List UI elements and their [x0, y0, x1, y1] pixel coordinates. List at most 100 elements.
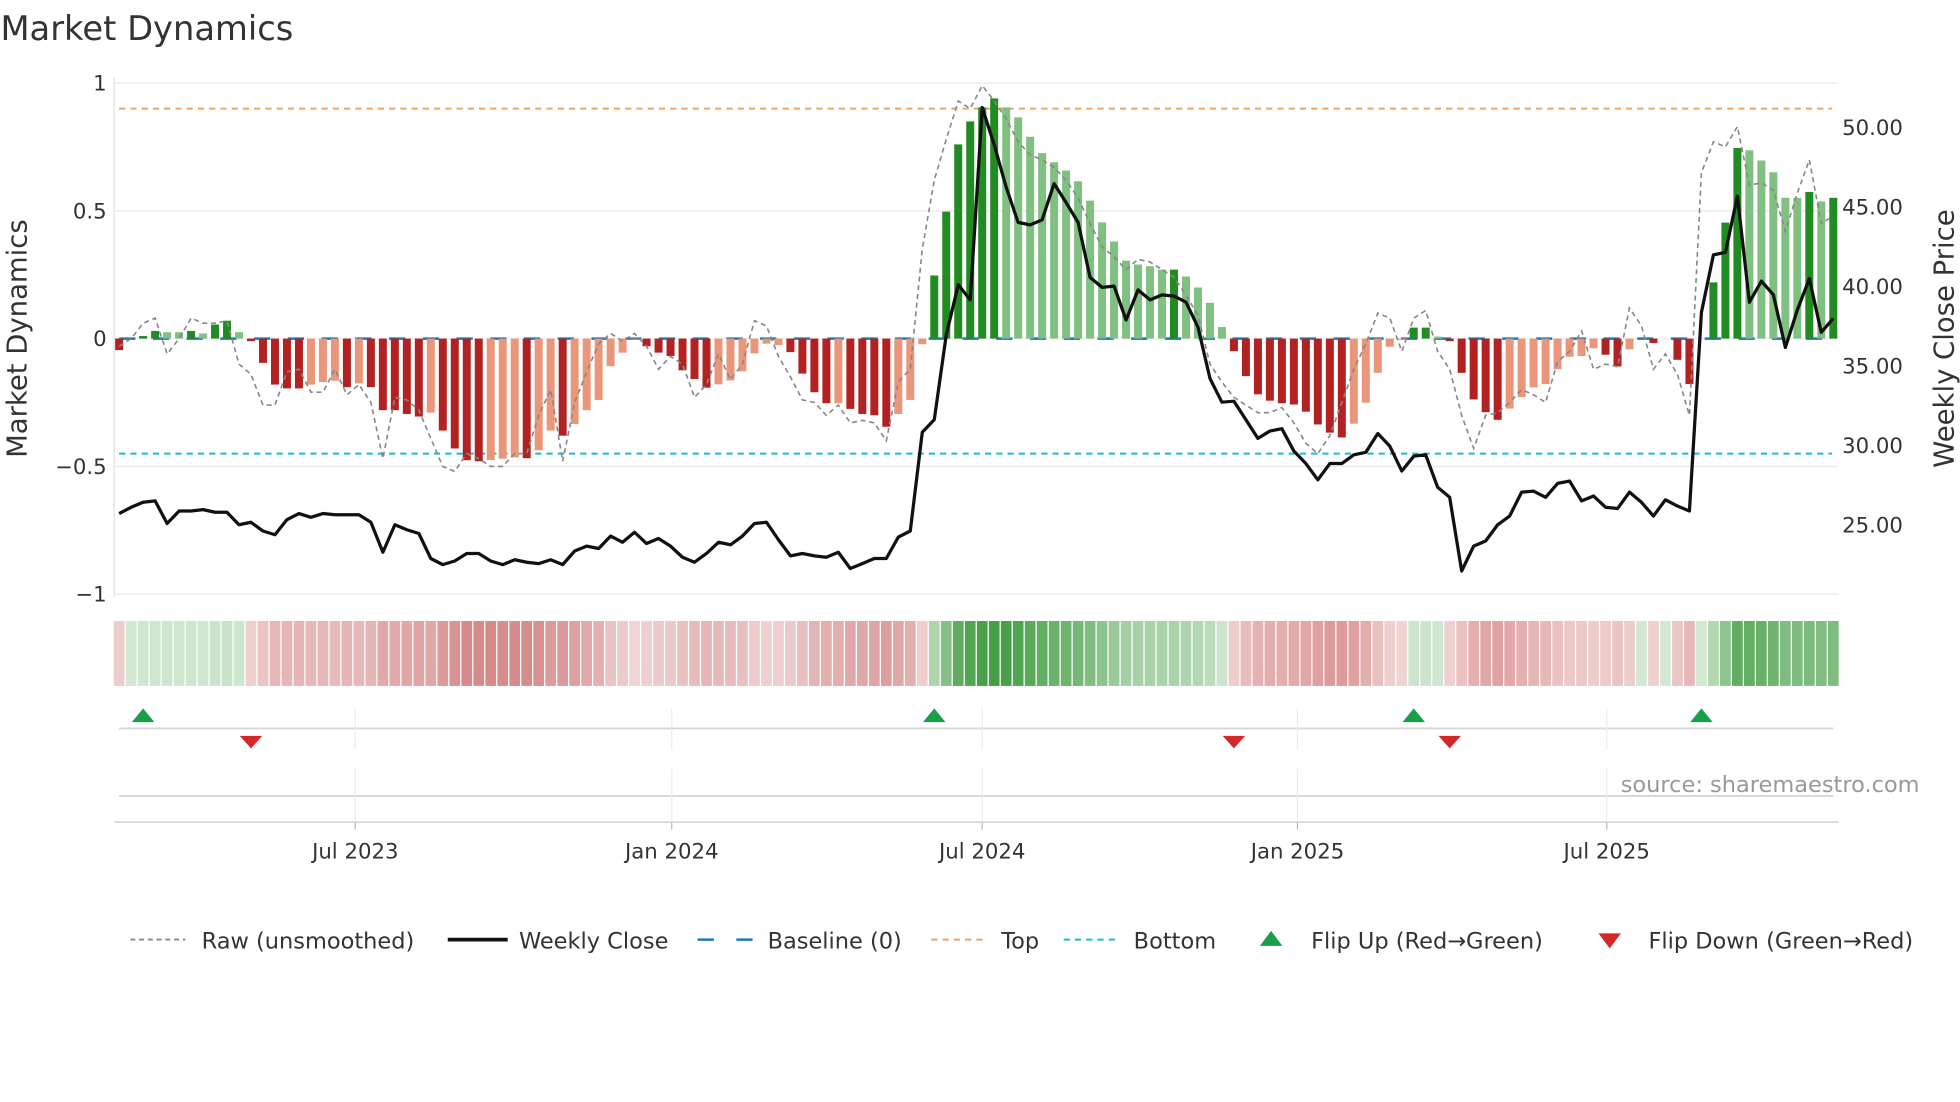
regime-cell	[809, 620, 820, 686]
legend-label: Top	[1000, 928, 1039, 954]
dynamics-bar	[294, 338, 303, 389]
dynamics-bar	[1733, 147, 1742, 339]
x-tick-label: Jan 2024	[623, 839, 719, 864]
regime-cell	[1036, 620, 1048, 686]
regime-cell	[856, 620, 868, 686]
dynamics-bar	[1709, 282, 1718, 339]
dynamics-bar	[606, 338, 615, 367]
dynamics-bar	[1529, 338, 1538, 388]
regime-cell	[341, 620, 353, 686]
regime-cell	[1384, 620, 1396, 686]
regime-cell	[1288, 620, 1300, 686]
regime-cell	[1815, 620, 1827, 686]
regime-cell	[1216, 620, 1228, 686]
regime-cell	[1120, 620, 1132, 686]
regime-strip	[113, 620, 1839, 686]
regime-cell	[1803, 620, 1815, 686]
y2-tick-label: 35.00	[1842, 354, 1903, 379]
chart-title: Market Dynamics	[0, 9, 293, 48]
regime-cell	[1516, 620, 1527, 686]
dynamics-bar	[894, 338, 903, 414]
regime-cell	[125, 620, 137, 686]
dynamics-bar	[1277, 338, 1286, 404]
regime-cell	[461, 620, 473, 686]
regime-cell	[437, 620, 449, 686]
regime-cell	[209, 620, 221, 686]
dynamics-bar	[1349, 338, 1358, 424]
regime-cell	[1552, 620, 1563, 686]
flip-events-panel	[114, 708, 1839, 830]
regime-cell	[701, 620, 712, 686]
dynamics-bar	[211, 324, 220, 339]
dynamics-bar	[438, 338, 447, 431]
regime-cell	[1276, 620, 1288, 686]
dynamics-bar	[1649, 338, 1658, 343]
dynamics-bar	[666, 338, 675, 356]
regime-cell	[928, 620, 940, 686]
regime-cell	[1504, 620, 1516, 686]
regime-cell	[1576, 620, 1587, 686]
regime-cell	[785, 620, 796, 686]
dynamics-bar	[498, 338, 507, 459]
regime-cell	[329, 620, 341, 686]
regime-cell	[1468, 620, 1480, 686]
dynamics-bar	[1673, 338, 1682, 360]
y-axis-label: Market Dynamics	[2, 219, 34, 458]
dynamics-bar	[1337, 338, 1346, 438]
dynamics-bar	[1409, 327, 1418, 339]
dynamics-bar	[570, 338, 579, 424]
regime-cell	[269, 620, 281, 686]
dynamics-bar	[462, 338, 471, 461]
regime-cell	[1396, 620, 1408, 686]
regime-cell	[1180, 620, 1192, 686]
regime-cell	[1612, 620, 1623, 686]
dynamics-bar	[1373, 338, 1382, 373]
regime-cell	[880, 620, 892, 686]
dynamics-bar	[1026, 136, 1035, 339]
regime-cell	[844, 620, 856, 686]
regime-cell	[1636, 620, 1647, 686]
regime-cell	[1791, 620, 1803, 686]
dynamics-bar	[510, 338, 519, 458]
flip-up-marker	[131, 708, 155, 723]
regime-cell	[221, 620, 233, 686]
regime-cell	[1084, 620, 1096, 686]
dynamics-bar	[270, 338, 279, 385]
y2-tick-label: 30.00	[1842, 434, 1903, 459]
regime-cell	[617, 620, 628, 686]
dynamics-bar	[918, 338, 927, 345]
x-tick-label: Jul 2024	[937, 839, 1025, 864]
source-note: source: sharemaestro.com	[1621, 772, 1920, 798]
triangle-up-icon	[1259, 930, 1283, 946]
y-tick-label: −1	[75, 583, 106, 608]
regime-cell	[689, 620, 700, 686]
dynamics-bar	[1229, 338, 1238, 352]
dynamics-bar	[750, 338, 759, 354]
legend-label: Flip Down (Green→Red)	[1648, 928, 1913, 954]
dynamics-bar	[1313, 338, 1322, 425]
dynamics-bar	[834, 338, 843, 404]
dynamics-bar	[1541, 338, 1550, 385]
dynamics-bar	[1241, 338, 1250, 377]
regime-cell	[197, 620, 209, 686]
regime-cell	[976, 620, 988, 686]
dynamics-bar	[1421, 327, 1430, 339]
dynamics-bar	[1134, 264, 1143, 339]
dynamics-bar	[1205, 302, 1214, 339]
regime-cell	[1696, 620, 1707, 686]
dynamics-bar	[690, 338, 699, 379]
regime-cell	[245, 620, 257, 686]
regime-cell	[677, 620, 688, 686]
regime-cell	[629, 620, 640, 686]
regime-cell	[713, 620, 724, 686]
regime-cell	[449, 620, 461, 686]
x-tick-label: Jan 2025	[1249, 839, 1345, 864]
dynamics-bar	[1829, 197, 1838, 339]
legend-label: Baseline (0)	[768, 928, 902, 954]
regime-cell	[1432, 620, 1444, 686]
dynamics-bar	[1757, 160, 1766, 339]
regime-cell	[1708, 620, 1719, 686]
regime-cell	[1540, 620, 1551, 686]
regime-cell	[1108, 620, 1120, 686]
dynamics-bar	[1457, 338, 1466, 373]
